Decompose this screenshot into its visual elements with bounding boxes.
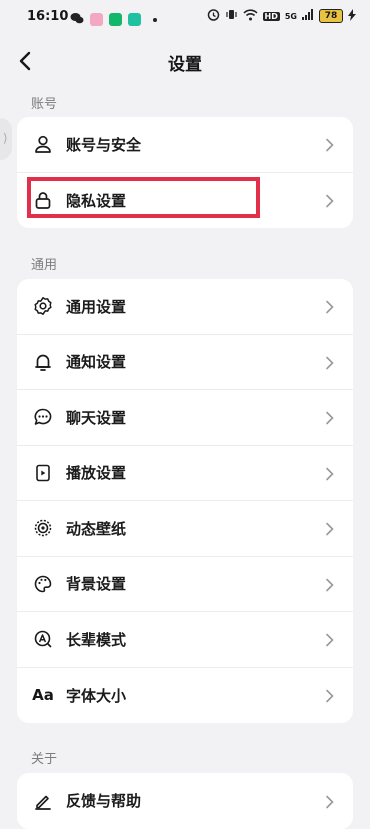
wechat-icon [70, 10, 84, 29]
section-title-general: 通用 [31, 258, 58, 273]
settings-item-label: 通知设置 [66, 353, 127, 372]
notification-icons [70, 10, 157, 29]
settings-item-label: 播放设置 [66, 464, 127, 483]
wallpaper-icon [32, 517, 54, 539]
section-title-about: 关于 [31, 752, 58, 767]
chevron-right-icon [325, 193, 335, 208]
section-title-account: 账号 [31, 97, 58, 112]
bell-icon [32, 351, 54, 373]
status-indicators: HD 5G 78 [207, 8, 356, 24]
settings-item-label: 隐私设置 [66, 191, 127, 210]
vibrate-icon [225, 8, 238, 24]
navigation-bar: 设置 [0, 40, 370, 82]
settings-item-general[interactable]: 通用设置 [17, 279, 353, 335]
settings-item-feedback-help[interactable]: 反馈与帮助 [17, 773, 353, 829]
settings-item-background[interactable]: 背景设置 [17, 557, 353, 612]
alarm-icon [207, 8, 220, 24]
lock-icon [32, 189, 54, 211]
chevron-right-icon [325, 632, 335, 647]
general-settings-card: 通用设置 通知设置 聊天设置 播放设置 动态壁纸 背景设置 长辈模式 Aa 字体… [17, 279, 353, 723]
charging-icon [348, 8, 356, 24]
chevron-right-icon [325, 137, 335, 152]
pen-icon [32, 790, 54, 812]
chevron-right-icon [325, 521, 335, 536]
settings-item-privacy[interactable]: 隐私设置 [17, 173, 353, 229]
settings-item-playback[interactable]: 播放设置 [17, 446, 353, 501]
status-bar: 16:10 HD 5G 78 [0, 0, 370, 34]
chat-icon [32, 406, 54, 428]
signal-icon [302, 9, 314, 23]
settings-item-label: 账号与安全 [66, 135, 142, 154]
settings-item-label: 长辈模式 [66, 630, 127, 649]
account-settings-card: 账号与安全 隐私设置 [17, 117, 353, 228]
wifi-icon [242, 8, 258, 24]
settings-item-label: 背景设置 [66, 575, 127, 594]
chevron-right-icon [325, 299, 335, 314]
settings-item-chat[interactable]: 聊天设置 [17, 390, 353, 446]
settings-item-label: 聊天设置 [66, 408, 127, 427]
settings-item-label: 反馈与帮助 [66, 792, 142, 811]
palette-icon [32, 573, 54, 595]
more-notifications-dot [153, 17, 157, 22]
settings-item-label: 通用设置 [66, 297, 127, 316]
settings-item-font-size[interactable]: Aa 字体大小 [17, 668, 353, 724]
play-icon [32, 462, 54, 484]
chevron-right-icon [325, 410, 335, 425]
user-icon [32, 133, 54, 155]
chevron-right-icon [325, 577, 335, 592]
elder-mode-icon [32, 628, 54, 650]
signal-label: 5G [284, 11, 297, 21]
settings-item-label: 动态壁纸 [66, 519, 127, 538]
side-drawer-handle[interactable]: ⟩ [0, 118, 12, 160]
about-settings-card: 反馈与帮助 [17, 773, 353, 829]
settings-item-live-wallpaper[interactable]: 动态壁纸 [17, 501, 353, 557]
settings-item-account-security[interactable]: 账号与安全 [17, 117, 353, 173]
app-notification-icon [128, 13, 141, 26]
page-title: 设置 [168, 55, 202, 75]
chevron-right-icon [325, 794, 335, 809]
settings-item-elder-mode[interactable]: 长辈模式 [17, 612, 353, 668]
settings-item-label: 字体大小 [66, 686, 127, 705]
gear-icon [32, 295, 54, 317]
app-notification-icon [109, 13, 122, 26]
battery-level: 78 [319, 9, 343, 23]
app-notification-icon [90, 13, 103, 26]
settings-item-notifications[interactable]: 通知设置 [17, 335, 353, 390]
font-size-icon: Aa [32, 686, 54, 705]
chevron-right-icon [325, 688, 335, 703]
chevron-right-icon [325, 355, 335, 370]
status-time: 16:10 [27, 9, 69, 24]
chevron-right-icon [325, 466, 335, 481]
hd-badge: HD [262, 11, 280, 21]
